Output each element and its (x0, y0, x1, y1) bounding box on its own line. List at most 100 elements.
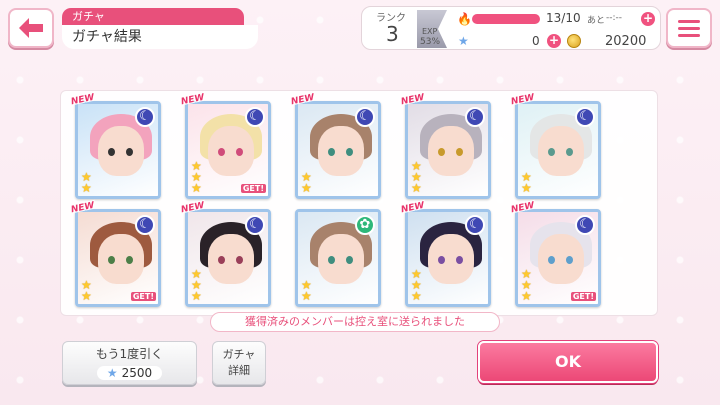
rarity-star-icon: ★ (301, 181, 312, 195)
detail-label-1: ガチャ (222, 348, 256, 361)
rarity-star-icon: ★ (521, 289, 532, 303)
card-character-eye (548, 148, 555, 156)
card-2[interactable]: ☾ ★ ★ ★ GET! (185, 101, 271, 199)
card-6[interactable]: ☾ ★ ★ GET! (75, 209, 161, 307)
add-star-gem-button[interactable]: + (547, 34, 561, 48)
rarity-star-icon: ★ (521, 181, 532, 195)
get-badge: GET! (240, 184, 266, 193)
card-3[interactable]: ☾ ★ ★ (295, 101, 381, 199)
card-character-eye (346, 256, 353, 264)
notice-banner: 獲得済みのメンバーは控え室に送られました (210, 312, 500, 332)
star-gem-icon: ★ (106, 366, 118, 380)
card-rarity-stars: ★ ★ (81, 171, 92, 194)
back-button[interactable] (8, 8, 54, 48)
star-gem-icon: ★ (458, 34, 469, 48)
card-character-eye (126, 148, 133, 156)
menu-icon-bar (678, 19, 700, 23)
card-character-eye (566, 148, 573, 156)
get-badge: GET! (130, 292, 156, 301)
moon-attribute-icon: ☾ (135, 215, 155, 235)
card-character-eye (456, 256, 463, 264)
card-8[interactable]: ✿ ★ ★ (295, 209, 381, 307)
page-title: ガチャ結果 (62, 25, 258, 49)
rarity-star-icon: ★ (191, 289, 202, 303)
card-character-eye (218, 148, 225, 156)
moon-attribute-icon: ☾ (355, 107, 375, 127)
redraw-label: もう1度引く (95, 347, 164, 361)
card-rarity-stars: ★ ★ ★ (191, 160, 202, 195)
card-character-eye (328, 148, 335, 156)
moon-attribute-icon: ☾ (465, 107, 485, 127)
gacha-detail-button[interactable]: ガチャ 詳細 (212, 341, 266, 385)
rarity-star-icon: ★ (411, 289, 422, 303)
card-character-eye (236, 148, 243, 156)
rank-value: 3 (386, 22, 399, 46)
exp-percent: 53% (420, 37, 441, 47)
card-character-eye (438, 256, 445, 264)
moon-attribute-icon: ☾ (465, 215, 485, 235)
card-character-eye (126, 256, 133, 264)
menu-icon-bar (678, 33, 700, 37)
card-7[interactable]: ☾ ★ ★ ★ (185, 209, 271, 307)
card-character-face (98, 126, 144, 176)
flower-attribute-icon: ✿ (355, 215, 375, 235)
moon-attribute-icon: ☾ (245, 215, 265, 235)
card-character-eye (328, 256, 335, 264)
get-badge: GET! (570, 292, 596, 301)
exp-label: EXP (422, 27, 438, 36)
card-character-eye (108, 256, 115, 264)
page-title-box: ガチャ ガチャ結果 (62, 8, 258, 49)
card-5[interactable]: ☾ ★ ★ (515, 101, 601, 199)
page-category: ガチャ (62, 8, 244, 25)
card-character-face (428, 234, 474, 284)
rarity-star-icon: ★ (411, 181, 422, 195)
rarity-star-icon: ★ (81, 289, 92, 303)
card-character-face (428, 126, 474, 176)
card-rarity-stars: ★ ★ (521, 171, 532, 195)
rarity-star-icon: ★ (301, 289, 312, 303)
player-status-panel: ランク 3 EXP 53% 🔥 13/10 あと --:-- + ★ 0 + 2… (361, 6, 661, 50)
card-9[interactable]: ☾ ★ ★ ★ (405, 209, 491, 307)
card-character-eye (346, 148, 353, 156)
flame-icon: 🔥 (457, 12, 472, 26)
menu-button[interactable] (666, 8, 712, 48)
stamina-bar (472, 14, 540, 24)
card-character-eye (108, 148, 115, 156)
gacha-result-panel: ☾ ★ ★ NEW ☾ ★ ★ ★ GET! NEW ☾ ★ ★ NEW ☾ ★ ★ ★ NEW ☾ ★ ★ NEW ☾ ★ ★ G… (60, 90, 658, 316)
card-character-eye (438, 148, 445, 156)
card-10[interactable]: ☾ ★ ★ ★ GET! (515, 209, 601, 307)
card-character-face (318, 234, 364, 284)
rarity-star-icon: ★ (191, 181, 202, 195)
card-character-eye (236, 256, 243, 264)
moon-attribute-icon: ☾ (575, 107, 595, 127)
card-character-eye (218, 256, 225, 264)
stamina-timer: --:-- (606, 13, 623, 23)
card-character-face (98, 234, 144, 284)
menu-icon-bar (678, 26, 700, 30)
moon-attribute-icon: ☾ (575, 215, 595, 235)
ok-button[interactable]: OK (478, 341, 658, 383)
card-4[interactable]: ☾ ★ ★ ★ (405, 101, 491, 199)
detail-label-2: 詳細 (228, 364, 250, 377)
redraw-cost: ★ 2500 (96, 366, 163, 380)
card-character-face (208, 234, 254, 284)
moon-attribute-icon: ☾ (245, 107, 265, 127)
card-character-eye (548, 256, 555, 264)
card-rarity-stars: ★ ★ ★ (411, 268, 422, 303)
card-character-face (208, 126, 254, 176)
card-rarity-stars: ★ ★ (301, 171, 312, 195)
redraw-button[interactable]: もう1度引く ★ 2500 (62, 341, 197, 385)
redraw-cost-value: 2500 (121, 366, 153, 380)
add-stamina-button[interactable]: + (641, 12, 655, 26)
coin-count: 20200 (605, 34, 647, 49)
star-gem-count: 0 (532, 34, 540, 48)
card-1[interactable]: ☾ ★ ★ (75, 101, 161, 199)
stamina-value: 13/10 (546, 11, 581, 25)
card-rarity-stars: ★ ★ (301, 279, 312, 303)
stamina-bar-fill (472, 14, 540, 24)
card-rarity-stars: ★ ★ ★ (411, 160, 422, 195)
card-rarity-stars: ★ ★ (81, 279, 92, 303)
card-character-eye (456, 148, 463, 156)
card-character-face (538, 126, 584, 176)
stamina-suffix: あと (587, 16, 606, 26)
